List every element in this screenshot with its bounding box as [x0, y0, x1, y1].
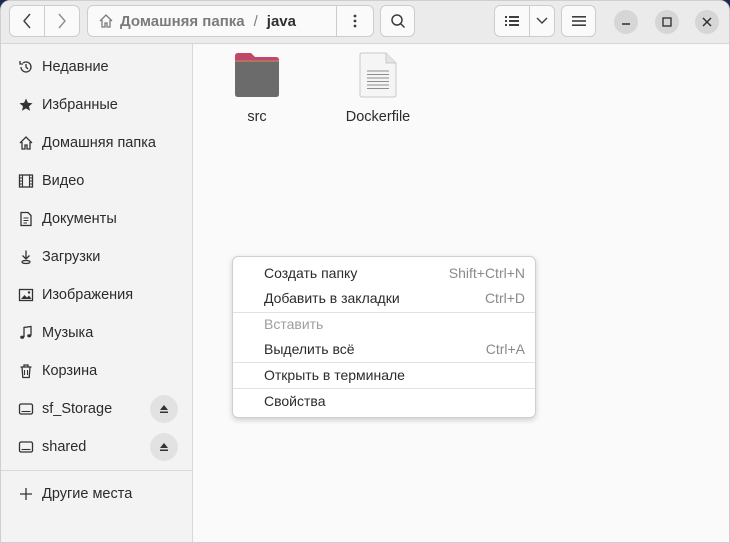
eject-button[interactable]	[150, 395, 178, 423]
menu-item-label: Выделить всё	[264, 341, 355, 357]
eject-icon	[160, 405, 168, 413]
download-icon	[18, 249, 34, 265]
path-home-label[interactable]: Домашняя папка	[120, 13, 245, 30]
home-icon	[99, 14, 113, 28]
maximize-button[interactable]	[655, 10, 679, 34]
back-button[interactable]	[9, 5, 45, 37]
close-icon	[702, 17, 712, 27]
menu-item-shortcut: Ctrl+A	[485, 341, 525, 357]
sidebar-item-label: Домашняя папка	[42, 135, 156, 151]
sidebar-item-label: sf_Storage	[42, 401, 113, 417]
sidebar-item-label: Другие места	[42, 486, 133, 502]
sidebar-item-label: Документы	[42, 211, 117, 227]
sidebar: Недавние Избранные Домашняя папка Видео …	[1, 44, 193, 542]
sidebar-item-label: Избранные	[42, 97, 118, 113]
sidebar-item-videos[interactable]: Видео	[1, 162, 192, 200]
sidebar-item-trash[interactable]: Корзина	[1, 352, 192, 390]
menu-item-shortcut: Ctrl+D	[484, 290, 525, 306]
home-icon	[18, 135, 34, 151]
view-options-dropdown[interactable]	[529, 5, 555, 37]
folder-icon	[235, 53, 279, 97]
menu-item-select-all[interactable]: Выделить всё Ctrl+A	[233, 337, 535, 362]
minimize-icon	[622, 23, 630, 25]
menu-item-shortcut: Shift+Ctrl+N	[448, 265, 525, 281]
menu-item-label: Вставить	[264, 316, 324, 332]
chevron-right-icon	[58, 13, 66, 29]
sidebar-item-label: shared	[42, 439, 87, 455]
vertical-dots-icon	[353, 14, 357, 28]
sidebar-item-pictures[interactable]: Изображения	[1, 276, 192, 314]
sidebar-item-label: Изображения	[42, 287, 134, 303]
menu-item-label: Добавить в закладки	[264, 290, 400, 306]
sidebar-item-label: Видео	[42, 173, 85, 189]
sidebar-item-home[interactable]: Домашняя папка	[1, 124, 192, 162]
close-button[interactable]	[695, 10, 719, 34]
context-menu: Создать папку Shift+Ctrl+N Добавить в за…	[232, 256, 536, 418]
sidebar-item-shared[interactable]: shared	[1, 428, 192, 466]
forward-button[interactable]	[44, 5, 80, 37]
text-file-icon	[359, 52, 397, 98]
path-current-folder[interactable]: java	[267, 13, 296, 30]
chevron-down-icon	[536, 17, 548, 24]
menu-item-label: Открыть в терминале	[264, 367, 405, 383]
menu-item-paste: Вставить	[233, 312, 535, 337]
plus-icon	[18, 486, 34, 502]
sidebar-item-music[interactable]: Музыка	[1, 314, 192, 352]
path-menu-button[interactable]	[336, 5, 373, 37]
file-item-src[interactable]: src	[212, 52, 302, 125]
menu-item-label: Свойства	[264, 393, 326, 409]
music-icon	[18, 325, 34, 341]
menu-item-open-terminal[interactable]: Открыть в терминале	[233, 363, 535, 388]
maximize-icon	[662, 17, 672, 27]
path-bar[interactable]: Домашняя папка / java	[87, 5, 374, 37]
hamburger-icon	[571, 16, 586, 26]
sidebar-item-label: Недавние	[42, 59, 109, 75]
chevron-left-icon	[23, 13, 31, 29]
drive-icon	[18, 439, 34, 455]
menu-item-new-folder[interactable]: Создать папку Shift+Ctrl+N	[233, 261, 535, 286]
document-icon	[18, 211, 34, 227]
trash-icon	[18, 363, 34, 379]
star-icon	[18, 97, 34, 113]
sidebar-item-recent[interactable]: Недавние	[1, 48, 192, 86]
sidebar-item-documents[interactable]: Документы	[1, 200, 192, 238]
sidebar-item-downloads[interactable]: Загрузки	[1, 238, 192, 276]
sidebar-item-label: Музыка	[42, 325, 94, 341]
eject-icon	[160, 443, 168, 451]
sidebar-item-sf-storage[interactable]: sf_Storage	[1, 390, 192, 428]
path-separator: /	[253, 12, 258, 30]
file-name: src	[247, 109, 267, 125]
header-bar: Домашняя папка / java	[1, 1, 729, 44]
sidebar-divider	[1, 470, 192, 471]
drive-icon	[18, 401, 34, 417]
eject-button[interactable]	[150, 433, 178, 461]
list-view-icon	[505, 16, 519, 26]
file-item-dockerfile[interactable]: Dockerfile	[333, 52, 423, 125]
film-icon	[18, 173, 34, 189]
main-menu-button[interactable]	[561, 5, 596, 37]
menu-item-properties[interactable]: Свойства	[233, 389, 535, 414]
sidebar-item-label: Корзина	[42, 363, 98, 379]
search-icon	[390, 14, 405, 29]
sidebar-item-label: Загрузки	[42, 249, 101, 265]
list-view-button[interactable]	[494, 5, 530, 37]
sidebar-item-other-locations[interactable]: Другие места	[1, 475, 192, 513]
minimize-button[interactable]	[614, 10, 638, 34]
image-icon	[18, 287, 34, 303]
clock-icon	[18, 59, 34, 75]
file-manager-window: Домашняя папка / java Недавние Избранные…	[0, 0, 730, 543]
file-name: Dockerfile	[345, 109, 411, 125]
sidebar-item-starred[interactable]: Избранные	[1, 86, 192, 124]
menu-item-label: Создать папку	[264, 265, 358, 281]
menu-item-add-bookmark[interactable]: Добавить в закладки Ctrl+D	[233, 286, 535, 311]
search-button[interactable]	[380, 5, 415, 37]
